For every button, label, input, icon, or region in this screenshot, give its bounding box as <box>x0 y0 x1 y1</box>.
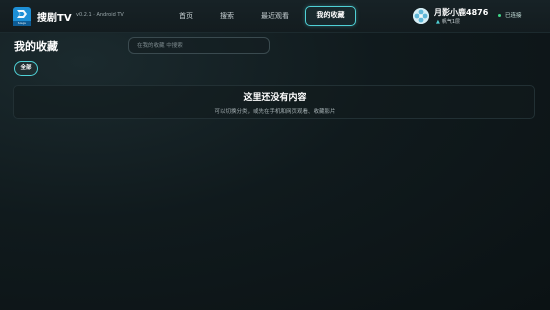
user-level-text: 帆气1层 <box>441 19 461 25</box>
filter-chip-all[interactable]: 全部 <box>14 61 38 76</box>
nav-favorites[interactable]: 我的收藏 <box>305 6 356 26</box>
app-logo: Souju <box>13 7 31 26</box>
logo-wordmark: Souju <box>13 21 31 26</box>
search-input[interactable] <box>128 37 270 54</box>
connected-dot-icon <box>498 14 501 17</box>
empty-state-title: 这里还没有内容 <box>243 93 307 103</box>
nav-recent[interactable]: 最近观看 <box>255 6 295 26</box>
app-name: 搜剧TV <box>37 13 72 24</box>
app-version: v0.2.1 · Android TV <box>76 12 124 18</box>
avatar[interactable] <box>413 8 429 24</box>
nav-search[interactable]: 搜索 <box>211 6 243 26</box>
tv-logo-icon <box>17 10 27 18</box>
nav-home[interactable]: 首页 <box>170 6 202 26</box>
page-title: 我的收藏 <box>14 40 58 53</box>
flower-avatar-icon <box>413 8 429 24</box>
level-icon: ▲ <box>436 19 440 25</box>
empty-state-description: 可以切换分类，或先在手机和网页观看、收藏影片 <box>214 109 336 115</box>
connection-status-text: 已连接 <box>505 13 522 19</box>
connection-status: 已连接 <box>498 11 522 19</box>
top-bar: Souju 搜剧TV v0.2.1 · Android TV 首页 搜索 最近观… <box>0 0 550 33</box>
empty-state: 这里还没有内容 可以切换分类，或先在手机和网页观看、收藏影片 <box>13 85 535 119</box>
user-level: ▲ 帆气1层 <box>436 18 460 25</box>
user-name: 月影小鹿4876 <box>434 8 489 17</box>
